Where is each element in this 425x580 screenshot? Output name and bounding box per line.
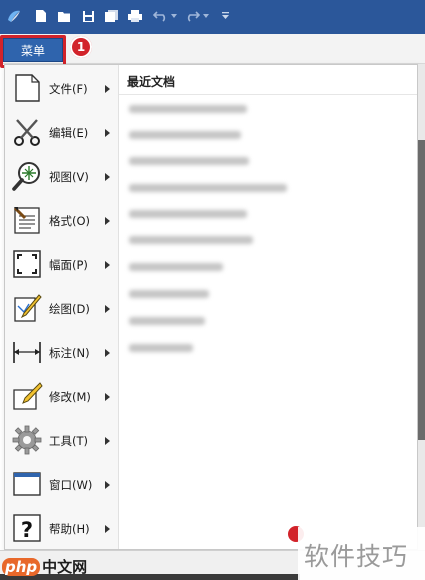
recent-document-item[interactable] bbox=[129, 207, 247, 221]
menu-item-label: 修改(M) bbox=[49, 390, 91, 404]
page-frame-icon bbox=[11, 248, 43, 280]
menu-item-list: 文件(F) 编辑(E) 视图(V) 格式(O) 幅面(P) 绘图(D) 标注(N… bbox=[5, 65, 119, 549]
recent-documents-title: 最近文档 bbox=[127, 75, 176, 89]
recent-document-item[interactable] bbox=[129, 154, 249, 168]
menu-item-label: 幅面(P) bbox=[49, 258, 88, 272]
new-icon[interactable] bbox=[33, 8, 49, 24]
customize-toolbar-icon[interactable] bbox=[220, 8, 230, 24]
submenu-arrow-icon bbox=[105, 437, 110, 445]
pencil-draw-icon bbox=[11, 292, 43, 324]
step-badge: 1 bbox=[70, 36, 92, 58]
submenu-arrow-icon bbox=[105, 85, 110, 93]
menu-item-format[interactable]: 格式(O) bbox=[5, 199, 119, 243]
menu-item-label: 视图(V) bbox=[49, 170, 89, 184]
submenu-arrow-icon bbox=[105, 393, 110, 401]
window-icon bbox=[11, 468, 43, 500]
recent-document-item[interactable] bbox=[129, 341, 193, 355]
recent-document-item[interactable] bbox=[129, 233, 253, 247]
menu-item-label: 帮助(H) bbox=[49, 522, 90, 536]
magnifier-icon bbox=[11, 160, 43, 192]
menu-item-page[interactable]: 幅面(P) bbox=[5, 243, 119, 287]
menu-item-view[interactable]: 视图(V) bbox=[5, 155, 119, 199]
blurred-document-name bbox=[129, 290, 209, 298]
help-icon: ? bbox=[11, 512, 43, 544]
submenu-arrow-icon bbox=[105, 525, 110, 533]
print-icon[interactable] bbox=[126, 8, 144, 24]
menu-item-edit[interactable]: 编辑(E) bbox=[5, 111, 119, 155]
submenu-arrow-icon bbox=[105, 349, 110, 357]
divider bbox=[119, 94, 417, 95]
menu-dropdown-panel: 文件(F) 编辑(E) 视图(V) 格式(O) 幅面(P) 绘图(D) 标注(N… bbox=[4, 64, 418, 550]
new-file-icon bbox=[11, 72, 43, 104]
blurred-document-name bbox=[129, 105, 247, 113]
redo-dropdown-icon[interactable] bbox=[202, 8, 210, 24]
menu-item-draw[interactable]: 绘图(D) bbox=[5, 287, 119, 331]
menu-item-label: 工具(T) bbox=[49, 434, 88, 448]
modify-icon bbox=[11, 380, 43, 412]
recent-document-item[interactable] bbox=[129, 314, 205, 328]
svg-text:?: ? bbox=[21, 518, 33, 542]
blurred-document-name bbox=[129, 210, 247, 218]
background-window-edge bbox=[418, 140, 425, 440]
blurred-document-name bbox=[129, 236, 253, 244]
blurred-document-name bbox=[129, 263, 223, 271]
recent-document-item[interactable] bbox=[129, 128, 241, 142]
recent-document-item[interactable] bbox=[129, 181, 287, 195]
submenu-arrow-icon bbox=[105, 481, 110, 489]
blurred-document-name bbox=[129, 157, 249, 165]
submenu-arrow-icon bbox=[105, 305, 110, 313]
menu-item-label: 文件(F) bbox=[49, 82, 88, 96]
menu-item-label: 格式(O) bbox=[49, 214, 91, 228]
menu-item-tools[interactable]: 工具(T) bbox=[5, 419, 119, 463]
watermark-php: php 中文网 bbox=[2, 556, 87, 577]
save-icon[interactable] bbox=[80, 8, 96, 24]
open-folder-icon[interactable] bbox=[56, 8, 72, 24]
menu-item-label: 标注(N) bbox=[49, 346, 90, 360]
watermark-site-text: 软件技巧 bbox=[304, 542, 409, 571]
format-icon bbox=[11, 204, 43, 236]
menu-item-modify[interactable]: 修改(M) bbox=[5, 375, 119, 419]
menu-item-label: 窗口(W) bbox=[49, 478, 93, 492]
menu-item-label: 编辑(E) bbox=[49, 126, 89, 140]
menu-item-dimension[interactable]: 标注(N) bbox=[5, 331, 119, 375]
app-logo-icon bbox=[5, 8, 23, 24]
menu-item-window[interactable]: 窗口(W) bbox=[5, 463, 119, 507]
dimension-icon bbox=[11, 336, 43, 368]
undo-dropdown-icon[interactable] bbox=[170, 8, 178, 24]
submenu-arrow-icon bbox=[105, 261, 110, 269]
title-bar bbox=[0, 0, 425, 34]
watermark-php-logo: php bbox=[2, 557, 41, 576]
recent-document-item[interactable] bbox=[129, 260, 223, 274]
submenu-arrow-icon bbox=[105, 129, 110, 137]
blurred-document-name bbox=[129, 184, 287, 192]
blurred-document-name bbox=[129, 131, 241, 139]
recent-documents-panel: 最近文档 bbox=[119, 65, 417, 549]
menu-item-help[interactable]: ? 帮助(H) bbox=[5, 507, 119, 551]
menu-item-file[interactable]: 文件(F) bbox=[5, 67, 119, 111]
watermark-php-text: 中文网 bbox=[42, 558, 88, 576]
blurred-document-name bbox=[129, 317, 205, 325]
save-all-icon[interactable] bbox=[103, 8, 119, 24]
scissors-icon bbox=[11, 116, 43, 148]
menu-item-label: 绘图(D) bbox=[49, 302, 90, 316]
recent-document-item[interactable] bbox=[129, 287, 209, 301]
redo-icon[interactable] bbox=[184, 8, 200, 24]
undo-icon[interactable] bbox=[152, 8, 168, 24]
blurred-document-name bbox=[129, 344, 193, 352]
gear-icon bbox=[11, 424, 43, 456]
recent-document-item[interactable] bbox=[129, 102, 247, 116]
submenu-arrow-icon bbox=[105, 217, 110, 225]
watermark-site: 软件技巧 bbox=[298, 527, 425, 580]
submenu-arrow-icon bbox=[105, 173, 110, 181]
